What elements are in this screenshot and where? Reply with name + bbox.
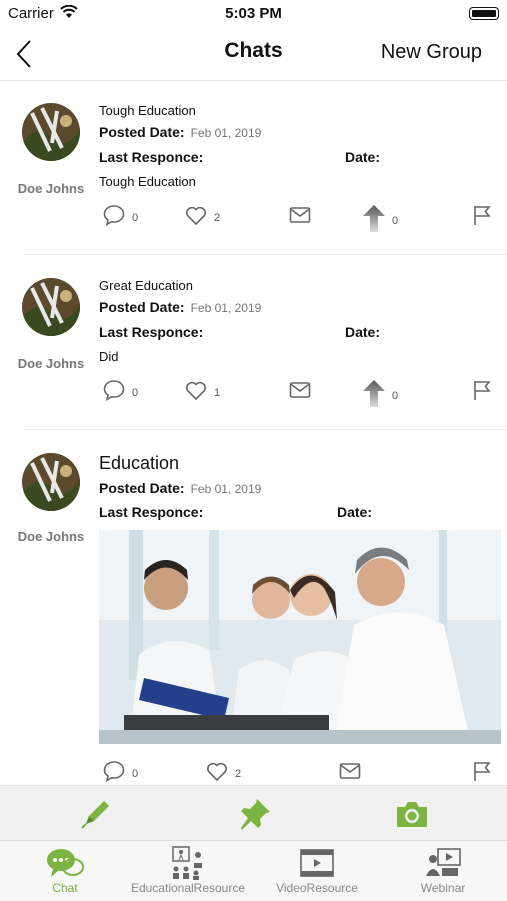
envelope-icon <box>288 378 312 407</box>
new-group-button[interactable]: New Group <box>381 41 482 64</box>
comment-count: 0 <box>132 211 139 224</box>
posted-date-label: Posted Date: <box>99 299 185 315</box>
post-photo[interactable] <box>99 530 501 744</box>
report-button[interactable] <box>470 378 494 407</box>
date-label: Date: <box>337 504 373 520</box>
heart-icon <box>184 378 208 407</box>
comment-button[interactable]: 0 <box>102 759 138 785</box>
like-count: 1 <box>214 386 221 399</box>
chat-bubbles-icon <box>0 845 130 881</box>
message-button[interactable] <box>288 203 312 232</box>
like-button[interactable]: 1 <box>184 378 220 407</box>
post-actions: 0 2 0 <box>0 203 507 233</box>
compose-toolbar <box>0 785 507 841</box>
like-count: 2 <box>235 767 242 780</box>
last-response-label: Last Responce: <box>99 149 204 165</box>
comment-count: 0 <box>132 386 139 399</box>
date-label: Date: <box>345 149 381 165</box>
post-title: Education <box>99 453 180 473</box>
pin-icon[interactable] <box>237 796 273 832</box>
tab-label: EducationalResource <box>130 881 246 895</box>
upvote-count: 0 <box>392 214 399 227</box>
posted-date-value: Feb 01, 2019 <box>190 126 262 140</box>
post-title: Great Education <box>99 278 193 293</box>
like-count: 2 <box>214 211 221 224</box>
divider <box>25 429 507 430</box>
classroom-icon <box>123 845 253 881</box>
comment-button[interactable]: 0 <box>102 203 138 232</box>
envelope-icon <box>338 759 362 785</box>
avatar[interactable] <box>22 103 80 161</box>
post-card[interactable]: Doe Johns Education Posted Date: Feb 01, … <box>0 431 507 785</box>
tab-bar: Chat EducationalResource VideoResource W… <box>0 840 507 901</box>
post-card[interactable]: Doe Johns Tough Education Posted Date: Fe… <box>0 81 507 255</box>
navigation-bar: Chats New Group <box>0 28 507 81</box>
up-arrow-icon <box>362 378 386 413</box>
heart-icon <box>184 203 208 232</box>
tab-label: VideoResource <box>276 881 358 895</box>
post-card[interactable]: Doe Johns Great Education Posted Date: Fe… <box>0 256 507 430</box>
status-bar: Carrier 5:03 PM <box>0 0 507 28</box>
tab-educational-resource[interactable]: EducationalResource <box>123 845 253 895</box>
tab-label: Webinar <box>420 881 466 895</box>
avatar[interactable] <box>22 278 80 336</box>
pen-icon[interactable] <box>78 796 114 832</box>
author-name: Doe Johns <box>17 181 85 196</box>
posted-date-label: Posted Date: <box>99 124 185 140</box>
camera-icon[interactable] <box>394 796 430 832</box>
comment-icon <box>102 203 126 232</box>
tab-chat[interactable]: Chat <box>0 845 130 895</box>
upvote-button[interactable]: 0 <box>362 203 398 238</box>
message-button[interactable] <box>338 759 362 785</box>
post-body: Tough Education <box>99 174 196 189</box>
like-button[interactable]: 2 <box>205 759 241 785</box>
report-button[interactable] <box>470 759 494 785</box>
post-title: Tough Education <box>99 103 196 118</box>
flag-icon <box>470 759 494 785</box>
posted-date-value: Feb 01, 2019 <box>190 301 262 315</box>
author-name: Doe Johns <box>17 529 85 544</box>
posted-date-row: Posted Date: Feb 01, 2019 <box>99 299 261 315</box>
report-button[interactable] <box>470 203 494 232</box>
divider <box>25 254 507 255</box>
envelope-icon <box>288 203 312 232</box>
like-button[interactable]: 2 <box>184 203 220 232</box>
comment-icon <box>102 759 126 785</box>
clock: 5:03 PM <box>225 5 282 22</box>
tab-video-resource[interactable]: VideoResource <box>252 845 382 895</box>
tab-webinar[interactable]: Webinar <box>378 845 507 895</box>
tab-label: Chat <box>52 881 78 895</box>
upvote-count: 0 <box>392 389 399 402</box>
message-button[interactable] <box>288 378 312 407</box>
battery-icon <box>469 7 499 20</box>
author-name: Doe Johns <box>17 356 85 371</box>
posted-date-row: Posted Date: Feb 01, 2019 <box>99 124 261 140</box>
last-response-label: Last Responce: <box>99 324 204 340</box>
posted-date-row: Posted Date: Feb 01, 2019 <box>99 480 261 496</box>
flag-icon <box>470 203 494 232</box>
last-response-label: Last Responce: <box>99 504 204 520</box>
comment-button[interactable]: 0 <box>102 378 138 407</box>
posted-date-value: Feb 01, 2019 <box>190 482 262 496</box>
post-body: Did <box>99 349 119 364</box>
flag-icon <box>470 378 494 407</box>
up-arrow-icon <box>362 203 386 238</box>
avatar[interactable] <box>22 453 80 511</box>
chat-feed[interactable]: Doe Johns Tough Education Posted Date: Fe… <box>0 81 507 785</box>
upvote-button[interactable]: 0 <box>362 378 398 413</box>
webinar-icon <box>378 845 507 881</box>
post-actions: 0 1 0 <box>0 378 507 408</box>
comment-icon <box>102 378 126 407</box>
date-label: Date: <box>345 324 381 340</box>
comment-count: 0 <box>132 767 139 780</box>
film-icon <box>252 845 382 881</box>
heart-icon <box>205 759 229 785</box>
posted-date-label: Posted Date: <box>99 480 185 496</box>
post-actions: 0 2 <box>0 759 507 785</box>
